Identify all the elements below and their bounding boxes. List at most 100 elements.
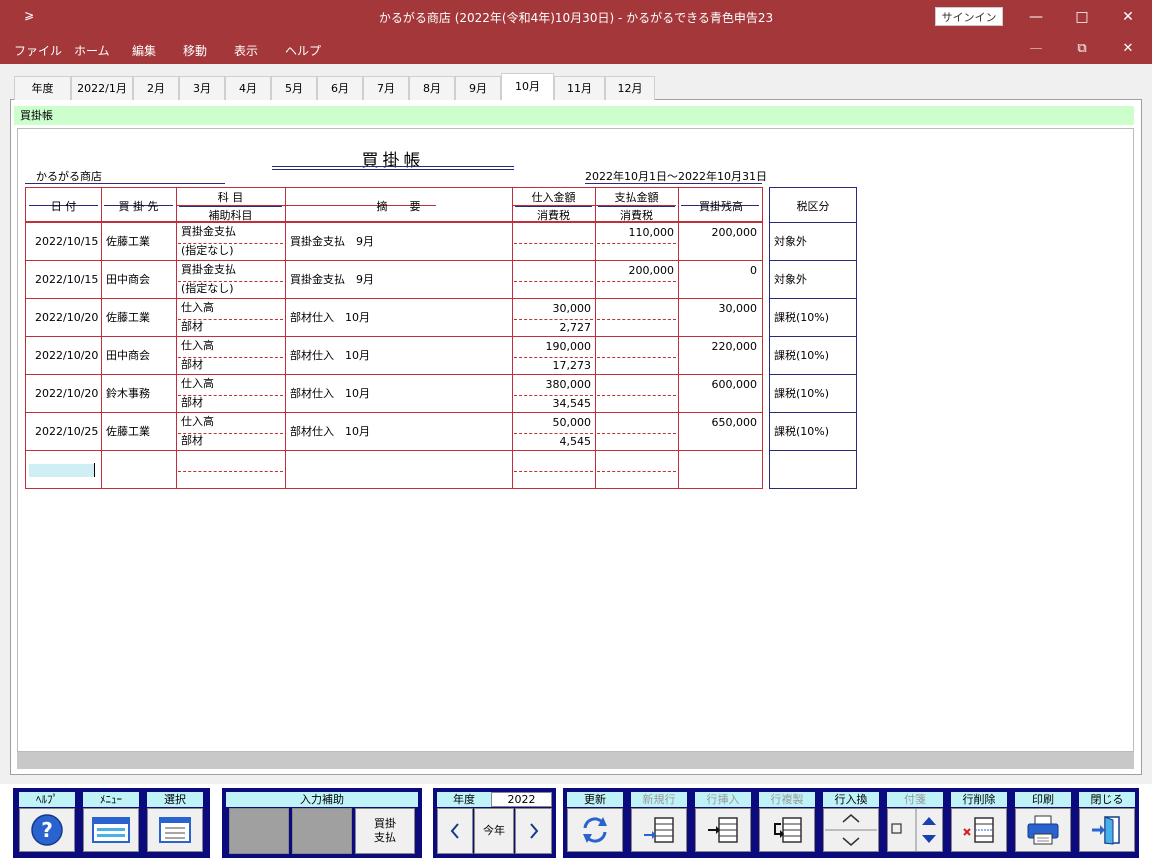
row-5-vendor[interactable]: 鈴木事務 (106, 387, 150, 401)
row-4-sub-account[interactable]: 部材 (181, 358, 203, 372)
row-1-sub-account[interactable]: (指定なし) (181, 244, 234, 258)
menu-home[interactable]: ホーム (74, 42, 110, 59)
update-button[interactable]: 更新 (565, 792, 625, 854)
doc-minimize-icon[interactable]: — (1013, 34, 1059, 64)
select-button[interactable]: 選択 (145, 792, 205, 854)
row-5-date[interactable]: 2022/10/20 (35, 387, 98, 401)
row-3-purchase-tax[interactable]: 2,727 (512, 321, 592, 335)
row-6-account[interactable]: 仕入高 (181, 415, 214, 429)
payables-payment-assist-button[interactable]: 買掛 支払 (355, 808, 415, 854)
row-1-payment[interactable]: 110,000 (595, 226, 675, 240)
tab-oct[interactable]: 10月 (501, 73, 554, 100)
row-6-sub-account[interactable]: 部材 (181, 434, 203, 448)
row-5-tax-class[interactable]: 課税(10%) (774, 387, 829, 401)
row-6-purchase-tax[interactable]: 4,545 (512, 435, 592, 449)
row-5-sub-account[interactable]: 部材 (181, 396, 203, 410)
next-year-button[interactable] (515, 808, 552, 854)
ledger-table: 日 付 買 掛 先 科 目 補助科目 摘 要 仕入金額 消費税 支払金額 消費税… (25, 187, 763, 489)
row-5-account[interactable]: 仕入高 (181, 377, 214, 391)
row-6-purchase[interactable]: 50,000 (512, 416, 592, 430)
row-3-balance: 30,000 (718, 302, 758, 315)
copy-row-icon (774, 817, 802, 843)
close-button[interactable]: 閉じる (1077, 792, 1137, 854)
minimize-icon[interactable]: — (1013, 0, 1059, 34)
row-6-tax-class[interactable]: 課税(10%) (774, 425, 829, 439)
signin-button[interactable]: サインイン (935, 7, 1003, 26)
doc-close-icon[interactable]: ✕ (1105, 34, 1151, 64)
doc-restore-icon[interactable]: ⧉ (1059, 34, 1105, 64)
row-1-vendor[interactable]: 佐藤工業 (106, 235, 150, 249)
menu-edit[interactable]: 編集 (132, 42, 156, 59)
copy-row-button[interactable]: 行複製 (757, 792, 817, 854)
row-6-date[interactable]: 2022/10/25 (35, 425, 98, 439)
horizontal-scrollbar[interactable] (17, 752, 1134, 769)
row-4-purchase-tax[interactable]: 17,273 (512, 359, 592, 373)
tag-button[interactable]: 付箋 (885, 792, 945, 854)
tab-jul[interactable]: 7月 (363, 76, 409, 100)
row-4-purchase[interactable]: 190,000 (512, 340, 592, 354)
row-6-memo[interactable]: 部材仕入 10月 (290, 425, 370, 439)
tab-jan[interactable]: 2022/1月 (71, 76, 133, 100)
tab-mar[interactable]: 3月 (179, 76, 225, 100)
tab-feb[interactable]: 2月 (133, 76, 179, 100)
menu-bar: ファイル ホーム 編集 移動 表示 ヘルプ (0, 34, 1152, 64)
row-3-sub-account[interactable]: 部材 (181, 320, 203, 334)
row-2-tax-class[interactable]: 対象外 (774, 273, 807, 287)
row-1-balance: 200,000 (711, 226, 758, 239)
row-4-tax-class[interactable]: 課税(10%) (774, 349, 829, 363)
new-row-button[interactable]: 新規行 (629, 792, 689, 854)
row-3-purchase[interactable]: 30,000 (512, 302, 592, 316)
header-purchase-amount: 仕入金額 (531, 191, 576, 204)
row-2-payment[interactable]: 200,000 (595, 264, 675, 278)
tab-dec[interactable]: 12月 (605, 76, 655, 100)
row-5-purchase-tax[interactable]: 34,545 (512, 397, 592, 411)
row-2-vendor[interactable]: 田中商会 (106, 273, 150, 287)
print-button[interactable]: 印刷 (1013, 792, 1073, 854)
row-1-memo[interactable]: 買掛金支払 9月 (290, 235, 374, 249)
row-1-date[interactable]: 2022/10/15 (35, 235, 98, 249)
prev-year-button[interactable] (437, 808, 473, 854)
row-2-date[interactable]: 2022/10/15 (35, 273, 98, 287)
tab-may[interactable]: 5月 (271, 76, 317, 100)
swap-row-button[interactable]: 行入換 (821, 792, 881, 854)
row-6-vendor[interactable]: 佐藤工業 (106, 425, 150, 439)
row-2-memo[interactable]: 買掛金支払 9月 (290, 273, 374, 287)
row-5-memo[interactable]: 部材仕入 10月 (290, 387, 370, 401)
tab-jun[interactable]: 6月 (317, 76, 363, 100)
help-icon: ? (31, 814, 63, 846)
header-tax-class: 税区分 (796, 200, 830, 213)
menu-file[interactable]: ファイル (14, 42, 62, 59)
tab-aug[interactable]: 8月 (409, 76, 455, 100)
row-4-account[interactable]: 仕入高 (181, 339, 214, 353)
tab-year[interactable]: 年度 (14, 76, 71, 100)
row-3-memo[interactable]: 部材仕入 10月 (290, 311, 370, 325)
row-3-tax-class[interactable]: 課税(10%) (774, 311, 829, 325)
help-button[interactable]: ﾍﾙﾌﾟ ? (17, 792, 77, 854)
menu-move[interactable]: 移動 (183, 42, 207, 59)
tab-apr[interactable]: 4月 (225, 76, 271, 100)
row-2-account[interactable]: 買掛金支払 (181, 263, 236, 277)
row-4-vendor[interactable]: 田中商会 (106, 349, 150, 363)
exit-door-icon (1092, 816, 1120, 845)
menu-help[interactable]: ヘルプ (285, 42, 321, 59)
row-2-sub-account[interactable]: (指定なし) (181, 282, 234, 296)
row-1-account[interactable]: 買掛金支払 (181, 225, 236, 239)
insert-row-button[interactable]: 行挿入 (693, 792, 753, 854)
row-4-date[interactable]: 2022/10/20 (35, 349, 98, 363)
this-year-button[interactable]: 今年 (474, 808, 514, 854)
row-5-purchase[interactable]: 380,000 (512, 378, 592, 392)
row-3-date[interactable]: 2022/10/20 (35, 311, 98, 325)
menu-view[interactable]: 表示 (234, 42, 258, 59)
title-bar: ⩾ かるがる商店 (2022年(令和4年)10月30日) - かるがるできる青色… (0, 0, 1152, 34)
menu-button[interactable]: ﾒﾆｭｰ (81, 792, 141, 854)
row-3-vendor[interactable]: 佐藤工業 (106, 311, 150, 325)
row-1-tax-class[interactable]: 対象外 (774, 235, 807, 249)
row-3-account[interactable]: 仕入高 (181, 301, 214, 315)
tab-sep[interactable]: 9月 (455, 76, 501, 100)
row-4-memo[interactable]: 部材仕入 10月 (290, 349, 370, 363)
maximize-icon[interactable]: □ (1059, 0, 1105, 34)
new-row-date-input[interactable] (29, 464, 94, 477)
tab-nov[interactable]: 11月 (554, 76, 605, 100)
delete-row-button[interactable]: 行削除 (949, 792, 1009, 854)
close-icon[interactable]: ✕ (1105, 0, 1151, 34)
